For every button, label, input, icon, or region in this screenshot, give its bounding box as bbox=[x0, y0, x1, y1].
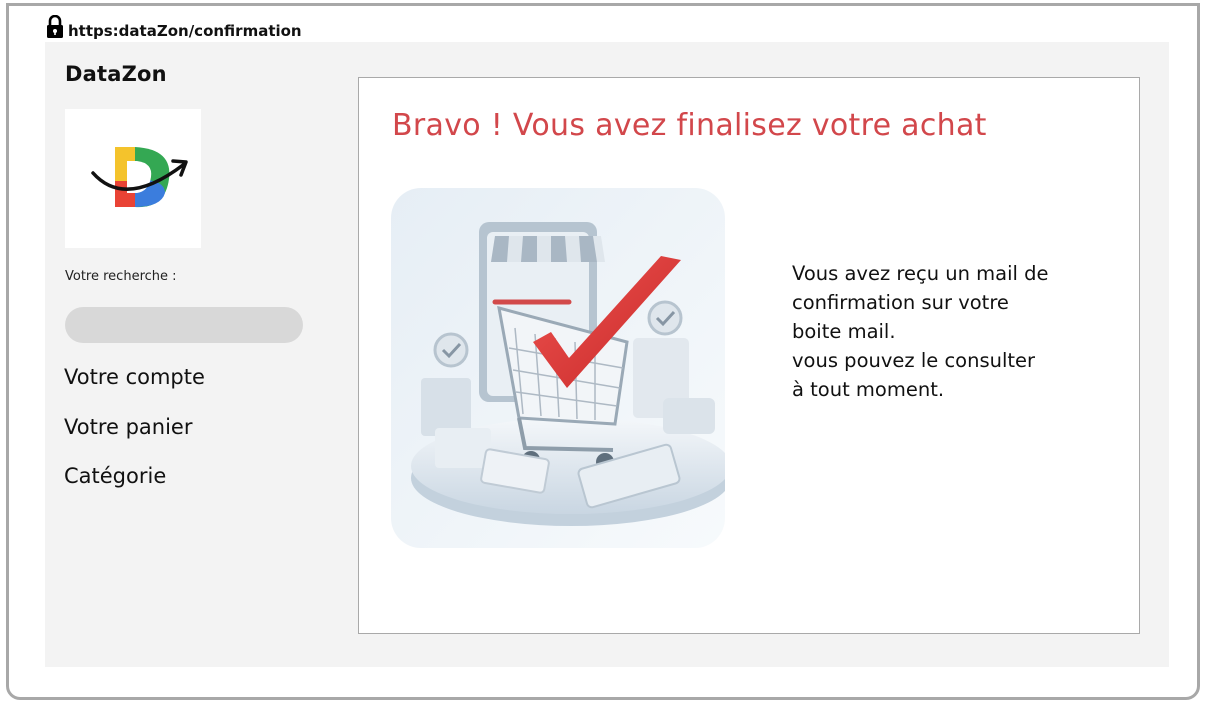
confirmation-card: Bravo ! Vous avez finalisez votre achat bbox=[358, 77, 1140, 634]
confirmation-title: Bravo ! Vous avez finalisez votre achat bbox=[392, 108, 987, 143]
datazon-logo[interactable] bbox=[65, 109, 201, 248]
nav-account-link[interactable]: Votre compte bbox=[64, 362, 205, 412]
url-text[interactable]: https:dataZon/confirmation bbox=[68, 22, 302, 40]
lock-icon bbox=[46, 14, 64, 39]
sidebar-nav: Votre compte Votre panier Catégorie bbox=[64, 362, 205, 511]
nav-cart-link[interactable]: Votre panier bbox=[64, 412, 205, 462]
search-input[interactable] bbox=[65, 307, 303, 343]
page: DataZon Votre recherche : Votre compte V… bbox=[45, 42, 1169, 667]
address-bar[interactable]: https:dataZon/confirmation bbox=[46, 13, 302, 41]
confirmation-message: Vous avez reçu un mail de confirmation s… bbox=[792, 262, 1049, 401]
brand-name: DataZon bbox=[65, 62, 167, 86]
search-label: Votre recherche : bbox=[65, 269, 177, 284]
nav-category-link[interactable]: Catégorie bbox=[64, 461, 205, 511]
shopping-cart-checkmark-illustration bbox=[391, 188, 725, 548]
